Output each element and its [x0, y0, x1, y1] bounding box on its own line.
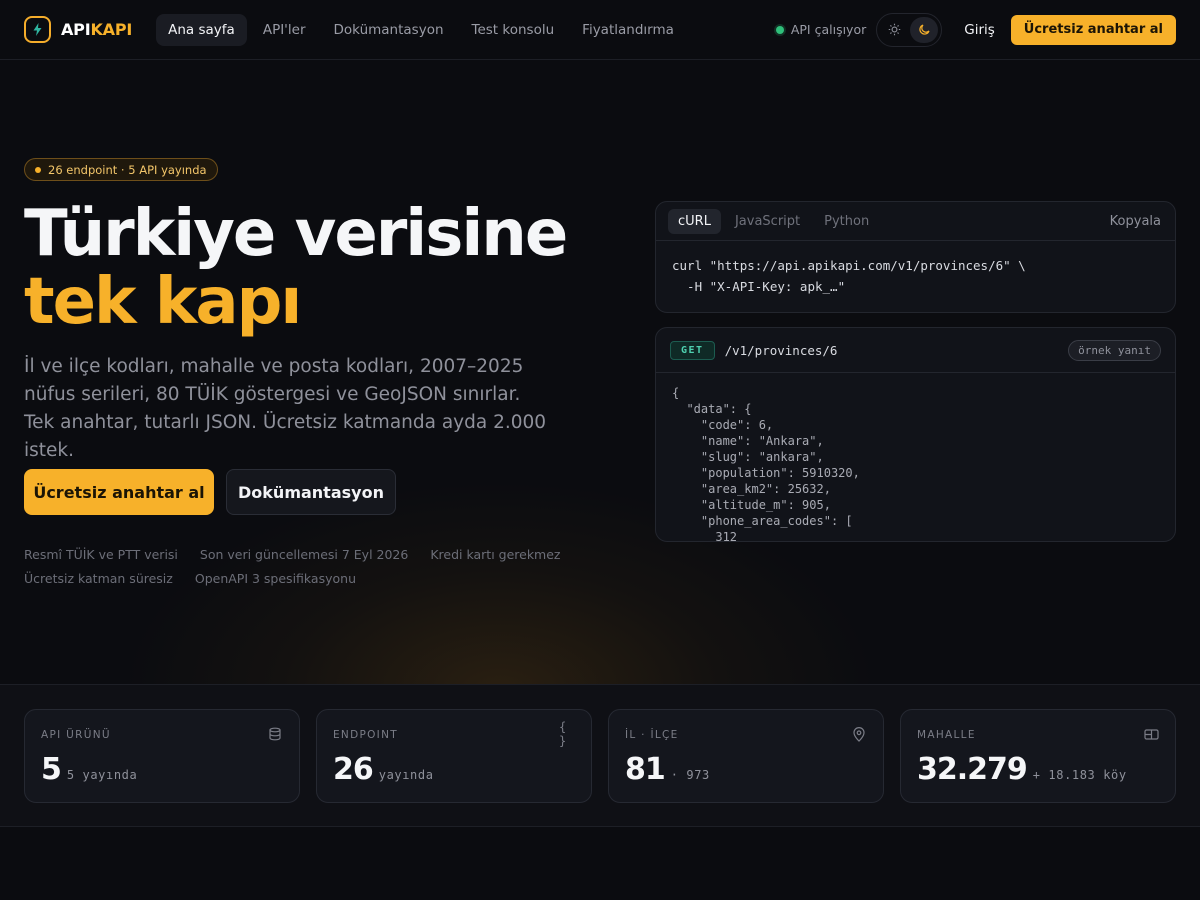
tab-curl[interactable]: cURL — [668, 208, 721, 234]
request-code: curl "https://api.apikapi.com/v1/provinc… — [672, 258, 1026, 294]
nav-links: Ana sayfa API'ler Dokümantasyon Test kon… — [156, 13, 686, 46]
meta-item: Kredi kartı gerekmez — [430, 547, 561, 562]
response-code-panel: GET /v1/provinces/6 örnek yanıt { "data"… — [655, 327, 1176, 542]
sun-icon[interactable] — [880, 17, 908, 43]
meta-item: Ücretsiz katman süresiz — [24, 571, 173, 586]
stat-sub: + 18.183 köy — [1032, 768, 1127, 782]
endpoint-badge: 26 endpoint · 5 API yayında — [24, 158, 218, 181]
hero-title-line2: tek kapı — [24, 265, 302, 339]
response-header: GET /v1/provinces/6 örnek yanıt — [656, 328, 1175, 373]
stat-card-endpoints: ENDPOINT { } 26 yayında — [316, 709, 592, 803]
stats-section: API ÜRÜNÜ 5 5 yayında ENDPOINT { } 26 ya… — [0, 684, 1200, 827]
hero-title: Türkiye verisine tek kapı — [24, 200, 624, 336]
request-code-panel: cURL JavaScript Python Kopyala curl "htt… — [655, 201, 1176, 313]
hero-meta-list: Resmî TÜİK ve PTT verisi Son veri güncel… — [24, 547, 564, 586]
sample-response-badge: örnek yanıt — [1068, 339, 1161, 361]
stat-sub: · 973 — [670, 768, 710, 782]
documentation-button[interactable]: Dokümantasyon — [226, 469, 396, 515]
nav-link-console[interactable]: Test konsolu — [460, 14, 567, 46]
stat-value: 5 — [41, 752, 62, 787]
top-navbar: APIKAPI Ana sayfa API'ler Dokümantasyon … — [0, 0, 1200, 60]
nav-link-docs[interactable]: Dokümantasyon — [322, 14, 456, 46]
meta-item: Resmî TÜİK ve PTT verisi — [24, 547, 178, 562]
meta-item: Son veri güncellemesi 7 Eyl 2026 — [199, 547, 409, 562]
braces-icon: { } — [559, 720, 567, 748]
stat-label: MAHALLE — [917, 729, 976, 741]
brand-logo[interactable]: APIKAPI — [24, 16, 132, 43]
hero-cta-row: Ücretsiz anahtar al Dokümantasyon — [24, 469, 396, 515]
stat-sub: yayında — [378, 768, 434, 782]
card-icon — [1143, 726, 1159, 742]
status-dot-icon — [775, 25, 784, 34]
brand-name: APIKAPI — [61, 20, 133, 39]
stat-value: 81 — [625, 752, 666, 787]
login-link[interactable]: Giriş — [964, 22, 995, 38]
stat-card-neighborhoods: MAHALLE 32.279 + 18.183 köy — [900, 709, 1176, 803]
stat-card-provinces: İL · İLÇE 81 · 973 — [608, 709, 884, 803]
nav-link-pricing[interactable]: Fiyatlandırma — [570, 14, 686, 46]
stat-value: 32.279 — [917, 752, 1028, 787]
nav-link-home[interactable]: Ana sayfa — [156, 13, 247, 46]
tab-python[interactable]: Python — [814, 209, 879, 234]
badge-dot-icon — [35, 166, 41, 173]
stat-label: API ÜRÜNÜ — [41, 729, 111, 741]
meta-item: OpenAPI 3 spesifikasyonu — [194, 571, 356, 586]
language-tabs: cURL JavaScript Python Kopyala — [656, 202, 1175, 241]
nav-link-apis[interactable]: API'ler — [251, 14, 318, 46]
api-status-text: API çalışıyor — [790, 22, 867, 37]
hero-title-line1: Türkiye verisine — [24, 197, 568, 271]
nav-get-key-button[interactable]: Ücretsiz anahtar al — [1010, 14, 1176, 45]
stat-value: 26 — [333, 752, 374, 787]
http-method-badge: GET — [670, 340, 715, 360]
endpoint-path: /v1/provinces/6 — [724, 342, 838, 358]
api-status: API çalışıyor — [775, 22, 867, 37]
hero-section: 26 endpoint · 5 API yayında Türkiye veri… — [0, 60, 1200, 684]
database-icon — [267, 726, 283, 742]
hero-subtitle: İl ve ilçe kodları, mahalle ve posta kod… — [24, 356, 547, 461]
map-pin-icon — [851, 726, 867, 742]
stat-label: İL · İLÇE — [625, 729, 679, 741]
stat-sub: 5 yayında — [66, 768, 138, 782]
logo-mark-icon — [24, 16, 51, 43]
response-json[interactable]: { "data": { "code": 6, "name": "Ankara",… — [656, 373, 1175, 541]
get-free-key-button[interactable]: Ücretsiz anahtar al — [24, 469, 214, 515]
tab-javascript[interactable]: JavaScript — [725, 209, 810, 234]
moon-icon[interactable] — [910, 16, 939, 43]
stat-label: ENDPOINT — [333, 729, 398, 741]
theme-toggle — [876, 12, 943, 47]
endpoint-badge-text: 26 endpoint · 5 API yayında — [48, 162, 207, 177]
copy-button[interactable]: Kopyala — [1110, 214, 1161, 229]
stat-card-api-products: API ÜRÜNÜ 5 5 yayında — [24, 709, 300, 803]
